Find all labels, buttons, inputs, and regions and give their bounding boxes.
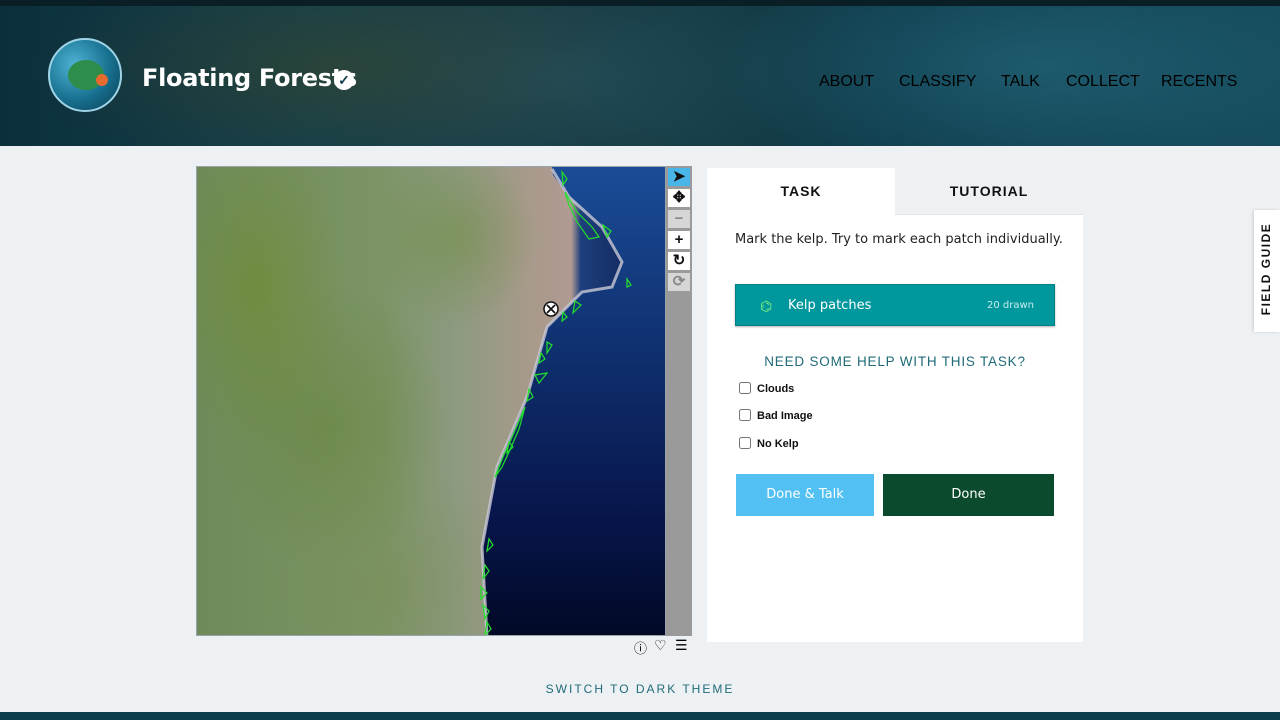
checkbox-label: Clouds [757, 383, 795, 395]
checkbox-label: Bad Image [757, 410, 813, 422]
zoom-in-icon[interactable]: + [668, 231, 690, 249]
tool-label: Kelp patches [788, 298, 872, 313]
rotate-icon[interactable]: ↻ [668, 252, 690, 270]
check-circle-icon: ✓ [334, 70, 354, 90]
clouds-checkbox[interactable] [739, 382, 751, 394]
heart-icon[interactable]: ♡ [654, 637, 667, 654]
done-button[interactable]: Done [883, 474, 1054, 516]
task-panel: TASK TUTORIAL Mark the kelp. Try to mark… [707, 168, 1083, 642]
info-icon[interactable]: ⓘ [634, 638, 647, 657]
reset-icon[interactable]: ⟳ [668, 273, 690, 291]
nav-recents[interactable]: RECENTS [1161, 73, 1237, 91]
help-link[interactable]: NEED SOME HELP WITH THIS TASK? [707, 354, 1083, 369]
kelp-patches-tool-button[interactable]: ⌬ Kelp patches 20 drawn [735, 284, 1055, 326]
nav-talk[interactable]: TALK [1001, 73, 1040, 91]
list-icon[interactable]: ☰ [675, 637, 688, 654]
footer-bar [0, 712, 1280, 720]
task-instructions: Mark the kelp. Try to mark each patch in… [735, 232, 1063, 247]
tab-tutorial[interactable]: TUTORIAL [895, 168, 1083, 215]
ocean-area [482, 167, 665, 635]
field-guide-label: FIELD GUIDE [1259, 222, 1273, 316]
nav-about[interactable]: ABOUT [819, 73, 874, 91]
project-logo-avatar[interactable] [48, 38, 122, 112]
pointer-icon[interactable]: ➤ [668, 168, 690, 186]
move-icon[interactable]: ✥ [668, 189, 690, 207]
no-kelp-checkbox[interactable] [739, 437, 751, 449]
selected-mark-icon [543, 301, 559, 317]
drawn-count: 20 drawn [986, 300, 1034, 311]
bad-image-checkbox[interactable] [739, 409, 751, 421]
done-and-talk-button[interactable]: Done & Talk [736, 474, 874, 516]
tab-task[interactable]: TASK [707, 168, 895, 215]
switch-theme-link[interactable]: SWITCH TO DARK THEME [0, 682, 1280, 696]
zoom-out-icon[interactable]: − [668, 210, 690, 228]
field-guide-tab[interactable]: FIELD GUIDE [1254, 210, 1280, 332]
project-title[interactable]: Floating Forests [142, 64, 357, 92]
checkbox-label: No Kelp [757, 438, 799, 450]
nav-classify[interactable]: CLASSIFY [899, 73, 976, 91]
logo-dot-shape [96, 74, 108, 86]
project-header: Floating Forests ✓ ABOUT CLASSIFY TALK C… [0, 0, 1280, 146]
polygon-icon: ⌬ [760, 298, 773, 314]
subject-image[interactable] [196, 166, 666, 636]
nav-collect[interactable]: COLLECT [1066, 73, 1140, 91]
